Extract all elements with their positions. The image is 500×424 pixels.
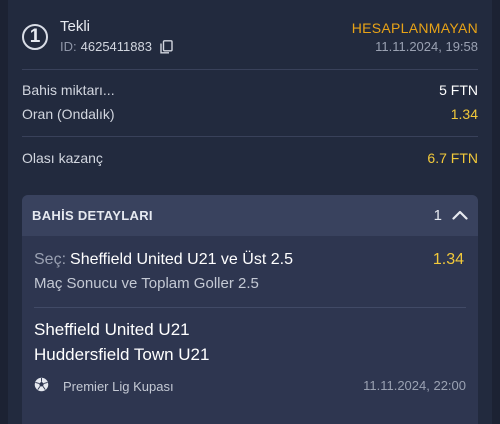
selection-odds: 1.34 [432,251,464,268]
potential-win-label: Olası kazanç [22,150,103,166]
odds-value: 1.34 [450,106,478,122]
bet-number-icon: 1 [22,24,48,50]
bet-details-header[interactable]: BAHİS DETAYLARI 1 [22,195,478,236]
selection-line: Seç: Sheffield United U21 ve Üst 2.5 [34,251,293,269]
potential-win-row: Olası kazanç 6.7 FTN [22,150,478,166]
market-name: Maç Sonucu ve Toplam Goller 2.5 [34,275,259,292]
selection-value: Sheffield United U21 ve Üst 2.5 [70,251,293,268]
stake-label: Bahis miktarı... [22,82,115,98]
bet-details-title: BAHİS DETAYLARI [32,208,153,223]
away-team: Huddersfield Town U21 [34,345,210,364]
league-row: Premier Lig Kupası [34,377,174,395]
bet-type: Tekli [60,18,91,35]
match-date: 11.11.2024, 22:00 [363,378,466,393]
home-team: Sheffield United U21 [34,320,190,339]
bet-id: 4625411883 [80,39,152,54]
odds-row: Oran (Ondalık) 1.34 [22,106,478,122]
bet-id-row: ID: 4625411883 [60,39,173,54]
stake-value: 5 FTN [439,82,478,98]
odds-label: Oran (Ondalık) [22,106,115,122]
bet-card: 1 Tekli ID: 4625411883 HESAPLANMAYAN 11.… [8,0,492,424]
league-name: Premier Lig Kupası [63,378,174,394]
bet-id-prefix: ID: [60,39,77,54]
selection-count: 1 [433,207,442,224]
bet-details-panel: BAHİS DETAYLARI 1 Seç: Sheffield United U… [22,195,478,424]
copy-icon[interactable] [160,39,173,54]
divider [22,69,478,70]
status-badge: HESAPLANMAYAN [351,20,478,36]
soccer-ball-icon [34,377,49,395]
stake-row: Bahis miktarı... 5 FTN [22,82,478,98]
bet-date: 11.11.2024, 19:58 [375,39,478,54]
chevron-up-icon[interactable] [452,207,468,225]
selection-prefix: Seç: [34,251,67,268]
bet-details-controls: 1 [434,207,468,225]
divider [34,307,466,308]
divider [22,136,478,137]
potential-win-value: 6.7 FTN [427,150,478,166]
